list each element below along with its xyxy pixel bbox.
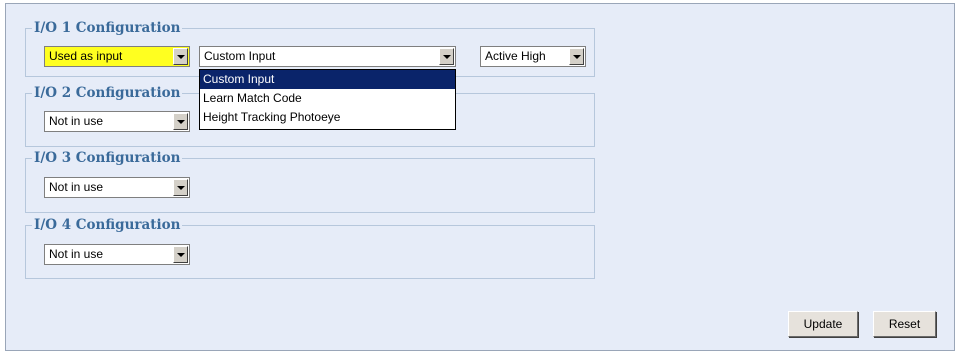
io1-function-dropdown-list: Custom Input Learn Match Code Height Tra… xyxy=(199,69,456,130)
chevron-down-icon[interactable] xyxy=(173,246,188,263)
io4-mode-value: Not in use xyxy=(49,247,104,261)
chevron-down-icon[interactable] xyxy=(173,113,188,130)
io1-function-value: Custom Input xyxy=(204,49,276,63)
io2-mode-value: Not in use xyxy=(49,114,104,128)
io3-mode-select[interactable]: Not in use xyxy=(44,177,190,198)
io1-mode-select[interactable]: Used as input xyxy=(44,46,190,67)
io1-legend: I/O 1 Configuration xyxy=(34,20,181,36)
io3-legend: I/O 3 Configuration xyxy=(34,150,181,166)
dropdown-option[interactable]: Learn Match Code xyxy=(200,89,455,108)
io4-mode-select[interactable]: Not in use xyxy=(44,244,190,265)
io1-polarity-select[interactable]: Active High xyxy=(480,46,586,67)
io1-function-select[interactable]: Custom Input xyxy=(199,46,456,67)
chevron-down-icon[interactable] xyxy=(173,179,188,196)
chevron-down-icon[interactable] xyxy=(439,48,454,65)
chevron-down-icon[interactable] xyxy=(569,48,584,65)
dropdown-option[interactable]: Height Tracking Photoeye xyxy=(200,108,455,127)
reset-button[interactable]: Reset xyxy=(873,311,936,337)
chevron-down-icon[interactable] xyxy=(173,48,188,65)
update-button[interactable]: Update xyxy=(788,311,858,337)
io2-legend: I/O 2 Configuration xyxy=(34,85,181,101)
io2-mode-select[interactable]: Not in use xyxy=(44,111,190,132)
io4-legend: I/O 4 Configuration xyxy=(34,217,181,233)
dropdown-option[interactable]: Custom Input xyxy=(200,70,455,89)
io1-mode-value: Used as input xyxy=(49,49,123,63)
io1-polarity-value: Active High xyxy=(485,49,546,63)
io3-mode-value: Not in use xyxy=(49,180,104,194)
